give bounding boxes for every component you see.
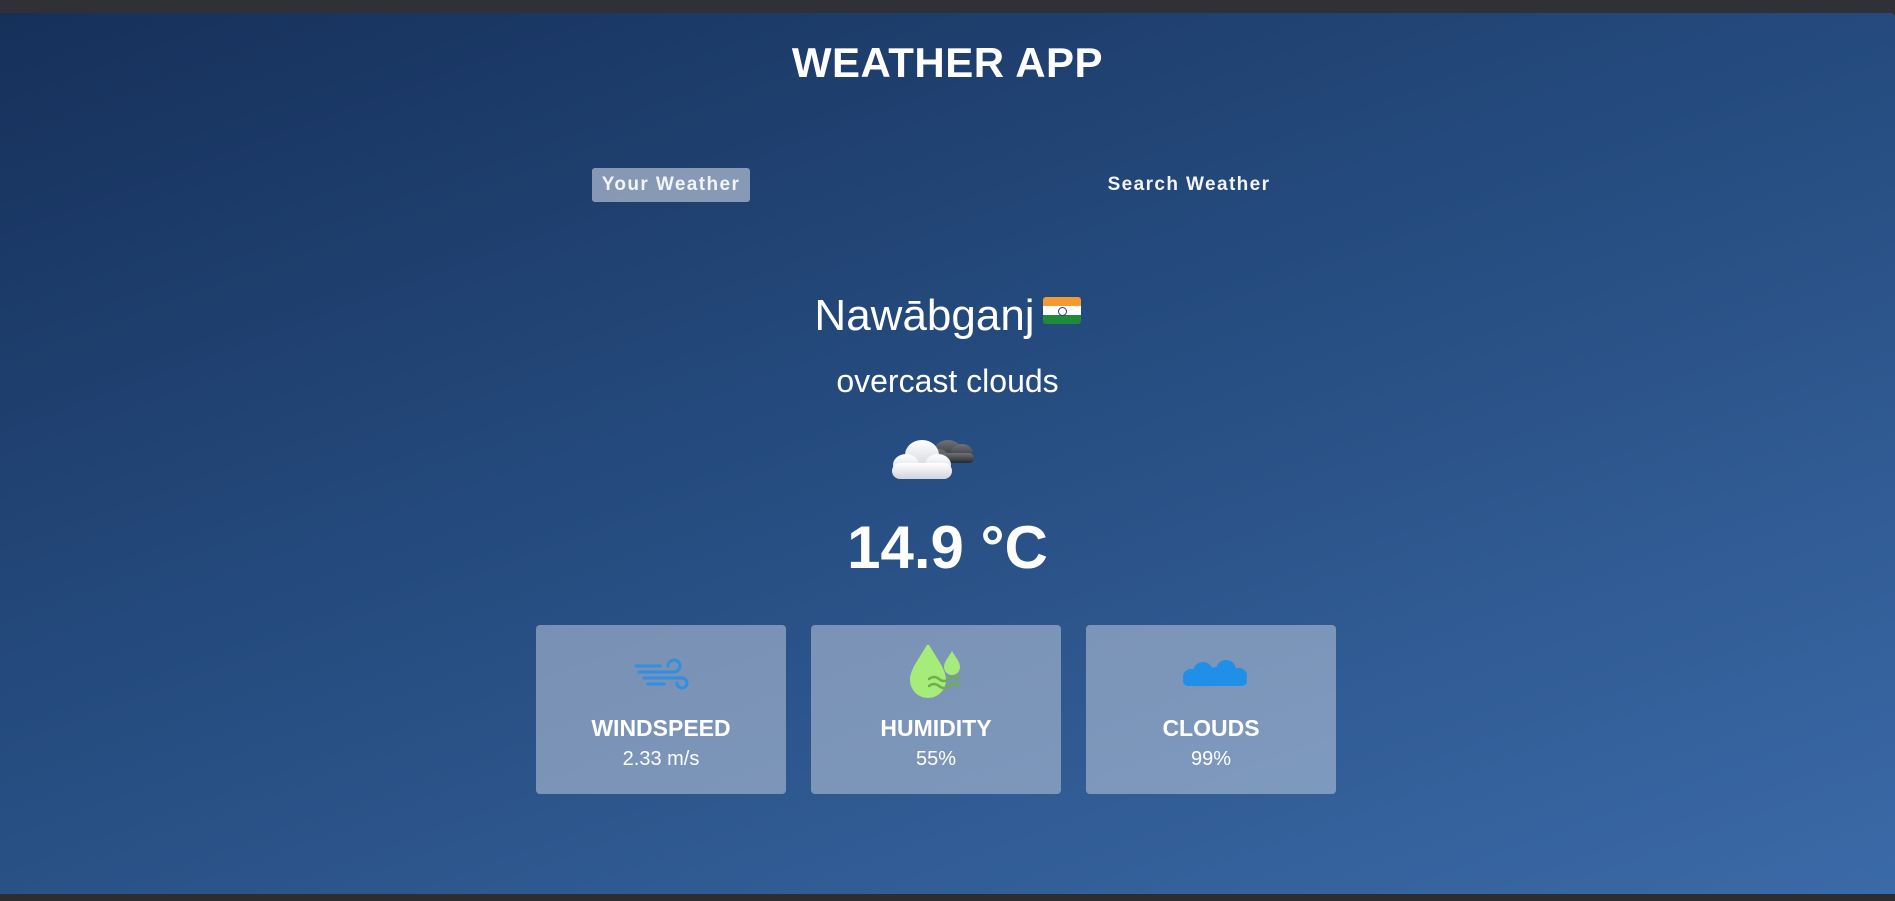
wind-icon [634, 658, 689, 690]
location-row: Nawābganj [0, 291, 1895, 341]
humidity-card: HUMIDITY 55% [811, 625, 1061, 794]
overcast-clouds-icon [892, 440, 974, 479]
clouds-card: CLOUDS 99% [1086, 625, 1336, 794]
clouds-value: 99% [1190, 748, 1232, 770]
india-flag-icon [1042, 297, 1081, 324]
temperature-value: 14.9 °C [847, 514, 1048, 581]
browser-bottom-strip [0, 894, 1895, 901]
humidity-label: HUMIDITY [880, 715, 992, 741]
humidity-drop-icon [910, 645, 961, 698]
tab-your-weather[interactable]: Your Weather [592, 168, 750, 202]
page-title: WEATHER APP [791, 39, 1104, 86]
windspeed-value: 2.33 m/s [622, 748, 700, 770]
city-name: Nawābganj [814, 291, 1035, 340]
clouds-label: CLOUDS [1162, 715, 1260, 741]
humidity-value: 55% [915, 748, 957, 770]
weather-app: WEATHER APP Your Weather Search Weather … [0, 13, 1895, 894]
browser-top-strip [0, 0, 1895, 13]
windspeed-label: WINDSPEED [591, 715, 731, 741]
windspeed-card: WINDSPEED 2.33 m/s [536, 625, 786, 794]
cloud-icon [1183, 660, 1247, 686]
weather-description: overcast clouds [836, 363, 1059, 399]
tab-search-weather[interactable]: Search Weather [1098, 168, 1280, 202]
